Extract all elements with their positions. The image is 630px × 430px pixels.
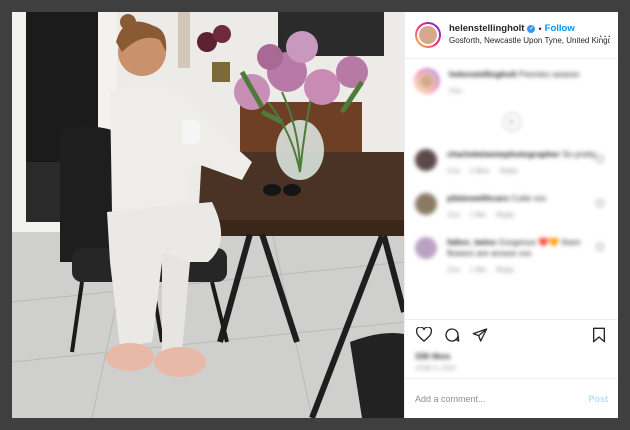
comment-icon[interactable] bbox=[441, 324, 463, 346]
post-location[interactable]: Gosforth, Newcastle Upon Tyne, United Ki… bbox=[449, 35, 610, 47]
action-bar bbox=[405, 319, 618, 349]
post-date: June 4, 2020 bbox=[415, 365, 456, 372]
load-more-comments-button[interactable]: + bbox=[502, 113, 521, 131]
commenter-avatar[interactable] bbox=[415, 149, 437, 171]
comment-username[interactable]: charlottelamiephotographer bbox=[447, 149, 560, 159]
caption-text: Peonies season bbox=[518, 69, 580, 79]
post-side-pane: helenstellingholt ✓ • Follow Gosforth, N… bbox=[404, 12, 618, 418]
commenter-avatar[interactable] bbox=[415, 193, 437, 215]
bookmark-icon[interactable] bbox=[588, 324, 610, 346]
comment-row: charlottelamiephotographer So pretty 21w… bbox=[415, 149, 608, 177]
comment-time: 21w bbox=[447, 168, 460, 175]
comment-text: Cutie xxx bbox=[511, 193, 547, 203]
post-photo[interactable] bbox=[12, 12, 404, 418]
comment-username[interactable]: pilateswithcaro bbox=[447, 193, 509, 203]
add-comment-bar: Post bbox=[405, 378, 618, 418]
commenter-avatar[interactable] bbox=[415, 237, 437, 259]
post-modal: helenstellingholt ✓ • Follow Gosforth, N… bbox=[12, 12, 618, 418]
comment-row: fallon_twins Gorgeous ❤️🧡 them flowers a… bbox=[415, 237, 608, 276]
comment-like-icon[interactable] bbox=[596, 243, 604, 251]
caption-time: 21w bbox=[449, 88, 462, 95]
comment-time: 21w bbox=[447, 267, 460, 274]
comments-section: helenstellingholt Peonies season 21w + c… bbox=[405, 59, 618, 319]
caption-username[interactable]: helenstellingholt bbox=[449, 69, 517, 79]
add-comment-input[interactable] bbox=[415, 393, 589, 404]
separator-dot: • bbox=[538, 24, 542, 34]
heart-icon[interactable] bbox=[413, 324, 435, 346]
caption: helenstellingholt Peonies season 21w bbox=[415, 69, 608, 97]
post-comment-button[interactable]: Post bbox=[588, 394, 608, 404]
comment-reply[interactable]: Reply bbox=[500, 168, 518, 175]
comment-likes[interactable]: 1 like bbox=[470, 267, 486, 274]
comment-reply[interactable]: Reply bbox=[496, 267, 514, 274]
comment-likes[interactable]: 1 like bbox=[470, 212, 486, 219]
comment-reply[interactable]: Reply bbox=[496, 212, 514, 219]
comment-like-icon[interactable] bbox=[596, 199, 604, 207]
author-username[interactable]: helenstellingholt bbox=[449, 23, 524, 35]
comment-likes[interactable]: 2 likes bbox=[470, 168, 490, 175]
comment-username[interactable]: fallon_twins bbox=[447, 237, 496, 247]
likes-count[interactable]: 336 likes bbox=[405, 349, 618, 363]
comment-like-icon[interactable] bbox=[596, 155, 604, 163]
follow-button[interactable]: Follow bbox=[545, 23, 575, 35]
comment-time: 21w bbox=[447, 212, 460, 219]
comment-text: So pretty bbox=[562, 149, 597, 159]
author-avatar[interactable] bbox=[415, 22, 441, 48]
share-icon[interactable] bbox=[469, 324, 491, 346]
comment-row: pilateswithcaro Cutie xxx 21w 1 like Rep… bbox=[415, 193, 608, 221]
caption-avatar[interactable] bbox=[415, 69, 439, 93]
post-image bbox=[12, 12, 404, 418]
post-header: helenstellingholt ✓ • Follow Gosforth, N… bbox=[405, 12, 618, 59]
verified-badge-icon: ✓ bbox=[527, 25, 536, 33]
more-options-icon[interactable]: ... bbox=[599, 26, 612, 40]
